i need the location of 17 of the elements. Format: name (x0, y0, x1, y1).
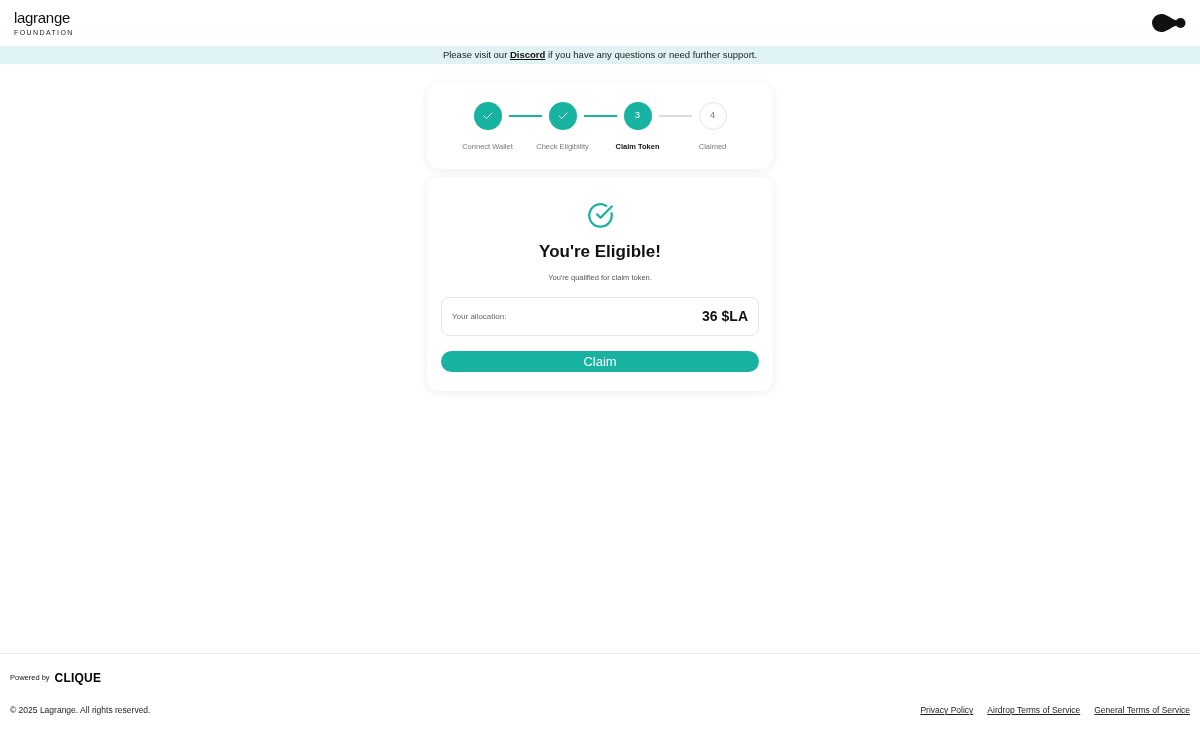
check-icon (556, 110, 569, 122)
logo-wordmark: lagrange (14, 9, 71, 26)
discord-link[interactable]: Discord (509, 48, 546, 60)
support-notice: Please visit our Discord if you have any questions or need further support. (442, 47, 758, 62)
logo-icon (1152, 14, 1186, 32)
step-number: 4 (698, 102, 727, 130)
check-circle-icon (586, 202, 614, 229)
check-icon (481, 110, 494, 122)
allocation-value: 36 $LA (702, 307, 748, 327)
footer-link[interactable]: Privacy Policy (920, 704, 974, 717)
step-number: 3 (623, 102, 652, 130)
footer-link[interactable]: General Terms of Service (1094, 704, 1190, 717)
footer-link[interactable]: Airdrop Terms of Service (987, 704, 1081, 717)
eligibility-title: You're Eligible! (539, 241, 661, 263)
brand-wordmark: CLIQUE (54, 671, 102, 685)
copyright-text: © 2025 Lagrange. All rights reserved. (10, 704, 151, 717)
allocation-label: Your allocation: (452, 310, 507, 323)
